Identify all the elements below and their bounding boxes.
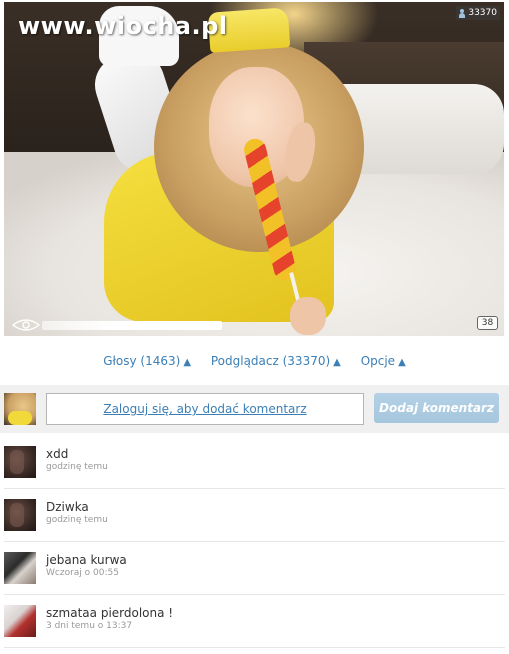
view-count-badge: 33370 [456, 6, 500, 20]
comment-text: Dziwka [46, 500, 89, 514]
avatar[interactable] [4, 605, 36, 637]
site-watermark: www.wiocha.pl [18, 12, 228, 40]
eye-icon [12, 319, 40, 331]
caret-up-icon: ▲ [333, 357, 341, 368]
caret-up-icon: ▲ [398, 357, 406, 368]
comment-form: Zaloguj się, aby dodać komentarz Dodaj k… [0, 385, 509, 433]
login-link[interactable]: Zaloguj się, aby dodać komentarz [103, 402, 306, 416]
comment-time: godzinę temu [46, 515, 108, 525]
avatar[interactable] [4, 446, 36, 478]
options-link[interactable]: Opcje ▲ [361, 354, 406, 368]
view-count: 33370 [468, 8, 497, 18]
comment-text: xdd [46, 447, 69, 461]
comment-item: Dziwka godzinę temu [4, 489, 505, 542]
comment-item: jebana kurwa Wczoraj o 00:55 [4, 542, 505, 595]
comment-time: 3 dni temu o 13:37 [46, 621, 133, 631]
caret-up-icon: ▲ [183, 357, 192, 368]
photo-actions: Głosy (1463) ▲ Podglądacz (33370) ▲ Opcje ▲ [0, 354, 509, 372]
person-icon [458, 8, 466, 18]
photo-caption-bar [42, 321, 222, 330]
comment-count-badge[interactable]: 38 [477, 316, 498, 330]
avatar[interactable] [4, 552, 36, 584]
main-photo[interactable]: www.wiocha.pl 33370 38 [4, 2, 504, 336]
avatar[interactable] [4, 499, 36, 531]
comment-time: Wczoraj o 00:55 [46, 568, 119, 578]
comment-time: godzinę temu [46, 462, 108, 472]
comment-text: jebana kurwa [46, 553, 127, 567]
comment-list: xdd godzinę temu Dziwka godzinę temu jeb… [0, 436, 509, 648]
post-thumbnail [4, 393, 36, 425]
comment-input[interactable]: Zaloguj się, aby dodać komentarz [46, 393, 364, 425]
comment-text: szmataa pierdolona ! [46, 606, 174, 620]
comment-item: xdd godzinę temu [4, 436, 505, 489]
votes-link[interactable]: Głosy (1463) ▲ [103, 354, 191, 368]
photo-hand [290, 297, 326, 335]
viewers-link[interactable]: Podglądacz (33370) ▲ [211, 354, 341, 368]
comment-item: szmataa pierdolona ! 3 dni temu o 13:37 [4, 595, 505, 648]
add-comment-button[interactable]: Dodaj komentarz [374, 393, 499, 423]
